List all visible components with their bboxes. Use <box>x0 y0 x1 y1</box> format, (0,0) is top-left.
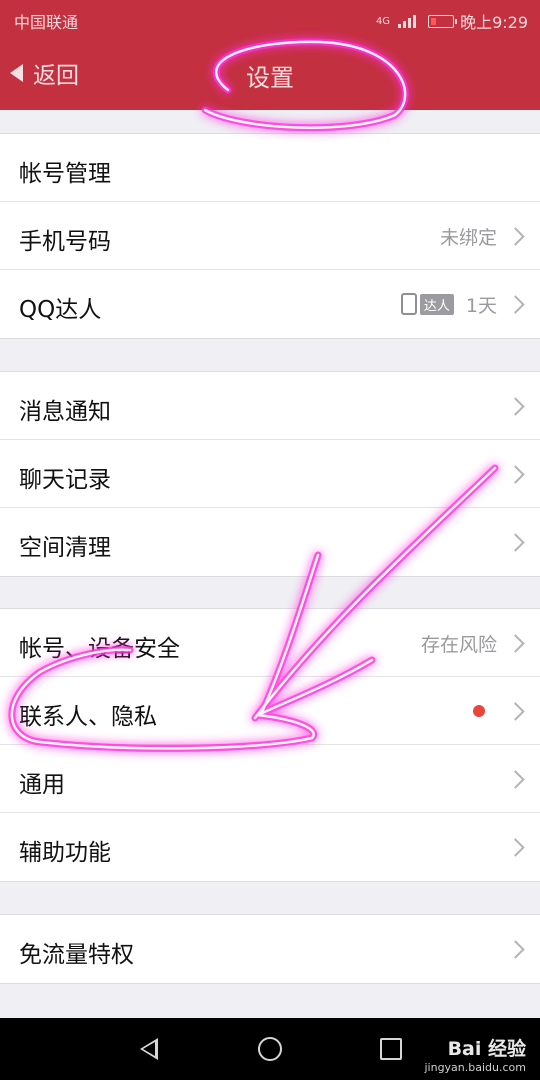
row-contacts-privacy[interactable]: 联系人、隐私 <box>0 677 540 745</box>
row-label: 帐号管理 <box>19 161 111 187</box>
row-qq-daren[interactable]: QQ达人 达人 1天 <box>0 270 540 338</box>
network-type: 4G <box>375 15 391 27</box>
status-bar: 中国联通 4G 晚上9:29 <box>0 0 540 38</box>
carrier-name: 中国联通 <box>14 13 79 32</box>
nav-home-icon[interactable] <box>258 1037 282 1061</box>
data-privilege-section: 免流量特权 <box>0 914 540 984</box>
chevron-right-icon <box>506 769 525 789</box>
row-message-notification[interactable]: 消息通知 <box>0 372 540 440</box>
badge-label: 达人 <box>419 293 454 315</box>
unread-dot <box>473 705 485 717</box>
row-label: 通用 <box>19 772 65 798</box>
row-label: 聊天记录 <box>19 467 111 493</box>
row-value: 未绑定 <box>439 226 497 249</box>
clock: 晚上9:29 <box>460 13 528 32</box>
row-label: QQ达人 <box>19 297 102 323</box>
watermark-brand: Bai 经验 <box>447 1038 526 1060</box>
row-account-device-security[interactable]: 帐号、设备安全 存在风险 <box>0 609 540 677</box>
messages-section: 消息通知 聊天记录 空间清理 <box>0 371 540 577</box>
row-label: 免流量特权 <box>19 942 134 968</box>
chevron-right-icon <box>506 294 525 314</box>
row-free-data-privilege[interactable]: 免流量特权 <box>0 915 540 983</box>
watermark-url: jingyan.baidu.com <box>424 1061 526 1074</box>
signal-icon <box>396 14 422 28</box>
watermark: Bai 经验 jingyan.baidu.com <box>424 1034 526 1074</box>
row-chat-history[interactable]: 聊天记录 <box>0 440 540 508</box>
row-label: 消息通知 <box>19 399 111 425</box>
row-storage-cleanup[interactable]: 空间清理 <box>0 508 540 576</box>
row-label: 帐号、设备安全 <box>19 636 180 662</box>
chevron-right-icon <box>506 633 525 653</box>
title-bar: 返回 设置 <box>0 38 540 110</box>
battery-icon <box>428 14 458 28</box>
daren-badge: 达人 <box>400 293 454 315</box>
status-icons: 4G 晚上9:29 <box>376 9 528 33</box>
account-section: 帐号管理 手机号码 未绑定 QQ达人 达人 1天 <box>0 133 540 339</box>
row-label: 辅助功能 <box>19 840 111 866</box>
chevron-right-icon <box>506 226 525 246</box>
row-value: 1天 <box>465 294 497 317</box>
chevron-right-icon <box>506 396 525 416</box>
phone-wings-icon <box>400 293 417 315</box>
row-general[interactable]: 通用 <box>0 745 540 813</box>
privacy-section: 帐号、设备安全 存在风险 联系人、隐私 通用 辅助功能 <box>0 608 540 882</box>
row-label: 空间清理 <box>19 535 111 561</box>
nav-recent-apps-icon[interactable] <box>380 1038 402 1060</box>
row-phone-number[interactable]: 手机号码 未绑定 <box>0 202 540 270</box>
row-label: 联系人、隐私 <box>19 704 157 730</box>
chevron-right-icon <box>506 939 525 959</box>
chevron-right-icon <box>506 464 525 484</box>
chevron-right-icon <box>506 701 525 721</box>
page-title: 设置 <box>246 64 294 92</box>
row-accessibility[interactable]: 辅助功能 <box>0 813 540 881</box>
system-nav-bar: Bai 经验 jingyan.baidu.com <box>0 1018 540 1080</box>
nav-back-icon[interactable] <box>140 1038 158 1060</box>
chevron-right-icon <box>506 837 525 857</box>
row-value: 存在风险 <box>420 633 497 656</box>
row-account-management[interactable]: 帐号管理 <box>0 134 540 202</box>
row-label: 手机号码 <box>19 229 111 255</box>
chevron-right-icon <box>506 532 525 552</box>
